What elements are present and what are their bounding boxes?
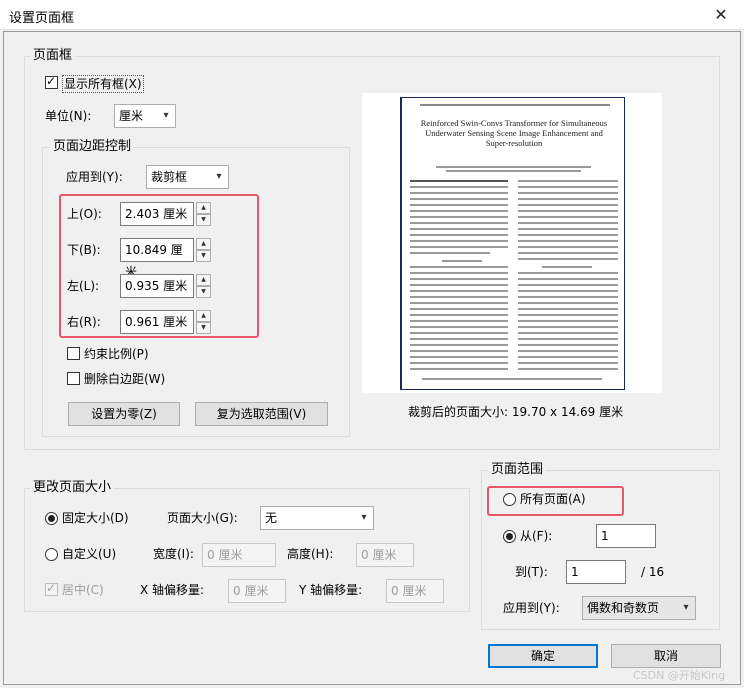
page-range-legend: 页面范围 xyxy=(488,462,547,477)
top-margin-spinner[interactable]: ▲ ▼ xyxy=(196,202,211,226)
page-size-select[interactable]: 无 ▾ xyxy=(260,506,374,530)
preview-doc-title: Reinforced Swin-Convs Transformer for Si… xyxy=(420,118,608,148)
preview-document: Reinforced Swin-Convs Transformer for Si… xyxy=(400,97,625,390)
x-offset-input[interactable]: 0 厘米 xyxy=(228,579,286,603)
to-label: 到(T): xyxy=(515,565,548,579)
left-margin-label: 左(L): xyxy=(67,279,100,293)
unit-label: 单位(N): xyxy=(45,109,92,123)
right-margin-label: 右(R): xyxy=(67,315,101,329)
bottom-margin-label: 下(B): xyxy=(67,243,101,257)
show-all-checkbox[interactable] xyxy=(45,74,58,89)
unit-value: 厘米 xyxy=(119,109,144,123)
center-label[interactable]: 居中(C) xyxy=(62,582,104,598)
width-label: 宽度(I): xyxy=(153,547,194,561)
set-zero-button[interactable]: 设置为零(Z) xyxy=(68,402,180,426)
spin-down-icon[interactable]: ▼ xyxy=(196,250,211,262)
spin-up-icon[interactable]: ▲ xyxy=(196,310,211,322)
apply-to-label: 应用到(Y): xyxy=(66,170,123,184)
spin-up-icon[interactable]: ▲ xyxy=(196,202,211,214)
page-size-value: 无 xyxy=(265,511,278,525)
ok-button[interactable]: 确定 xyxy=(488,644,598,668)
chevron-down-icon: ▾ xyxy=(163,110,169,121)
watermark: CSDN @开始King xyxy=(633,669,726,682)
apply-to-value: 裁剪框 xyxy=(151,170,188,184)
spin-up-icon[interactable]: ▲ xyxy=(196,238,211,250)
from-radio[interactable] xyxy=(503,530,516,543)
right-margin-input[interactable]: 0.961 厘米 xyxy=(120,310,194,334)
chevron-down-icon: ▾ xyxy=(216,171,222,182)
bottom-margin-input[interactable]: 10.849 厘米 xyxy=(120,238,194,279)
from-label[interactable]: 从(F): xyxy=(520,528,552,544)
remove-white-label[interactable]: 删除白边距(W) xyxy=(84,371,165,387)
chevron-down-icon: ▾ xyxy=(361,512,367,523)
y-offset-input[interactable]: 0 厘米 xyxy=(386,579,444,603)
height-input[interactable]: 0 厘米 xyxy=(356,543,414,567)
right-margin-spinner[interactable]: ▲ ▼ xyxy=(196,310,211,334)
top-margin-input[interactable]: 2.403 厘米 xyxy=(120,202,194,226)
page-total: / 16 xyxy=(641,565,665,579)
fixed-size-label[interactable]: 固定大小(D) xyxy=(62,510,129,526)
spin-down-icon[interactable]: ▼ xyxy=(196,286,211,298)
page-size-label: 页面大小(G): xyxy=(167,511,238,525)
remove-white-checkbox[interactable] xyxy=(67,372,80,385)
fixed-size-radio[interactable] xyxy=(45,512,58,525)
cropped-size-label: 裁剪后的页面大小: 19.70 x 14.69 厘米 xyxy=(408,405,624,419)
range-apply-to-label: 应用到(Y): xyxy=(503,601,560,615)
change-size-legend: 更改页面大小 xyxy=(30,480,115,495)
page-preview: Reinforced Swin-Convs Transformer for Si… xyxy=(362,93,662,393)
bottom-margin-spinner[interactable]: ▲ ▼ xyxy=(196,238,211,262)
height-label: 高度(H): xyxy=(287,547,334,561)
apply-to-select[interactable]: 裁剪框 ▾ xyxy=(146,165,229,189)
window-title: 设置页面框 xyxy=(9,11,75,26)
spin-down-icon[interactable]: ▼ xyxy=(196,322,211,334)
top-margin-label: 上(O): xyxy=(67,207,102,221)
title-bar: 设置页面框 ✕ xyxy=(0,0,744,30)
all-pages-radio[interactable] xyxy=(503,493,516,506)
y-offset-label: Y 轴偏移量: xyxy=(299,583,363,597)
show-all-label[interactable]: 显示所有框(X) xyxy=(62,75,144,93)
custom-size-radio[interactable] xyxy=(45,548,58,561)
spin-up-icon[interactable]: ▲ xyxy=(196,274,211,286)
page-box-legend: 页面框 xyxy=(30,48,76,63)
custom-size-label[interactable]: 自定义(U) xyxy=(62,546,116,562)
to-input[interactable]: 1 xyxy=(566,560,626,584)
chevron-down-icon: ▾ xyxy=(683,602,689,613)
left-margin-input[interactable]: 0.935 厘米 xyxy=(120,274,194,298)
range-apply-to-select[interactable]: 偶数和奇数页 ▾ xyxy=(582,596,696,620)
margin-control-legend: 页面边距控制 xyxy=(50,139,135,154)
close-icon[interactable]: ✕ xyxy=(698,0,744,30)
constrain-label[interactable]: 约束比例(P) xyxy=(84,346,149,362)
x-offset-label: X 轴偏移量: xyxy=(140,583,205,597)
center-checkbox[interactable] xyxy=(45,581,58,596)
constrain-checkbox[interactable] xyxy=(67,347,80,360)
unit-select[interactable]: 厘米 ▾ xyxy=(114,104,176,128)
cancel-button[interactable]: 取消 xyxy=(611,644,721,668)
spin-down-icon[interactable]: ▼ xyxy=(196,214,211,226)
from-input[interactable]: 1 xyxy=(596,524,656,548)
range-apply-to-value: 偶数和奇数页 xyxy=(587,601,660,615)
left-margin-spinner[interactable]: ▲ ▼ xyxy=(196,274,211,298)
all-pages-label[interactable]: 所有页面(A) xyxy=(520,491,586,507)
width-input[interactable]: 0 厘米 xyxy=(202,543,276,567)
revert-button[interactable]: 复为选取范围(V) xyxy=(195,402,328,426)
